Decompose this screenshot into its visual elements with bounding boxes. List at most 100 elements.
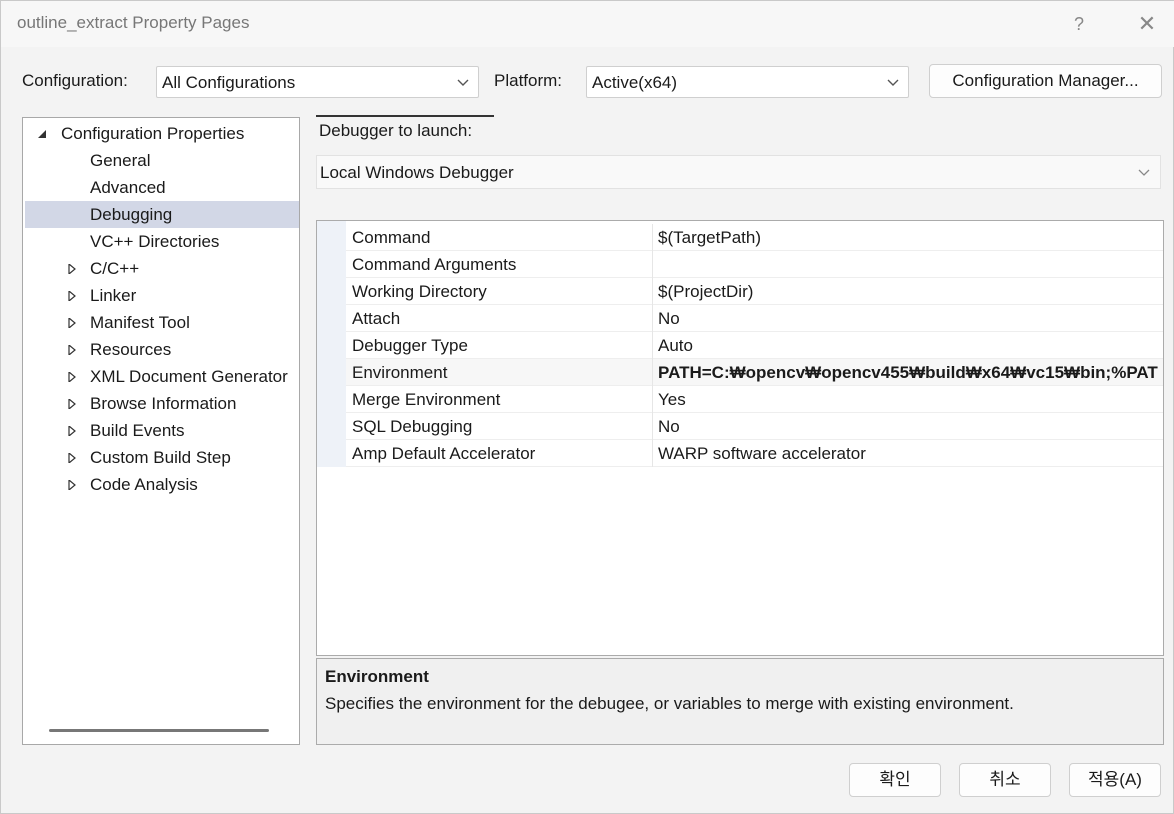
- column-separator: [652, 278, 653, 305]
- property-value[interactable]: PATH=C:₩opencv₩opencv455₩build₩x64₩vc15₩…: [658, 363, 1158, 383]
- debugger-to-launch-value: Local Windows Debugger: [320, 163, 514, 182]
- property-value[interactable]: $(TargetPath): [658, 228, 761, 248]
- tree-item-label: Advanced: [90, 178, 166, 197]
- title-bar: outline_extract Property Pages ? ✕: [1, 1, 1174, 47]
- collapsed-triangle-icon[interactable]: [67, 399, 77, 409]
- configuration-value: All Configurations: [162, 73, 296, 92]
- property-name: Working Directory: [352, 282, 487, 301]
- platform-label: Platform:: [494, 71, 563, 90]
- description-title: Environment: [325, 667, 429, 686]
- configuration-dropdown[interactable]: All Configurations: [156, 66, 479, 98]
- collapsed-triangle-icon[interactable]: [67, 480, 77, 490]
- property-name: Merge Environment: [352, 390, 501, 409]
- column-separator: [652, 251, 653, 278]
- platform-value: Active(x64): [592, 73, 678, 92]
- collapsed-triangle-icon[interactable]: [67, 372, 77, 382]
- chevron-down-icon: [1138, 169, 1150, 176]
- tree-item-label: Linker: [90, 286, 137, 305]
- property-row[interactable]: SQL Debugging No: [346, 413, 1163, 440]
- property-name: Environment: [352, 363, 448, 382]
- property-row[interactable]: Attach No: [346, 305, 1163, 332]
- tree-item[interactable]: XML Document Generator: [25, 363, 299, 390]
- property-name: Command Arguments: [352, 255, 517, 274]
- property-row[interactable]: Environment PATH=C:₩opencv₩opencv455₩buil…: [346, 359, 1163, 386]
- tree-root-configuration-properties[interactable]: Configuration Properties: [25, 120, 299, 147]
- property-row[interactable]: Working Directory $(ProjectDir): [346, 278, 1163, 305]
- debugger-to-launch-label: Debugger to launch:: [316, 115, 494, 143]
- ok-button[interactable]: 확인: [849, 763, 941, 797]
- tree-item[interactable]: VC++ Directories: [25, 228, 299, 255]
- property-name: Debugger Type: [352, 336, 468, 355]
- tree-item[interactable]: Resources: [25, 336, 299, 363]
- tree-item[interactable]: Linker: [25, 282, 299, 309]
- property-row[interactable]: Merge Environment Yes: [346, 386, 1163, 413]
- property-row[interactable]: Amp Default Accelerator WARP software acc…: [346, 440, 1163, 467]
- property-value[interactable]: Auto: [658, 336, 693, 356]
- collapsed-triangle-icon[interactable]: [67, 318, 77, 328]
- property-tree: Configuration Properties General Advanced…: [22, 117, 300, 745]
- tree-item[interactable]: Custom Build Step: [25, 444, 299, 471]
- column-separator: [652, 359, 653, 386]
- tree-item[interactable]: Debugging: [25, 201, 299, 228]
- property-row[interactable]: Command Arguments: [346, 251, 1163, 278]
- collapsed-triangle-icon[interactable]: [67, 453, 77, 463]
- tree-item-label: VC++ Directories: [90, 232, 220, 251]
- property-row[interactable]: Command $(TargetPath): [346, 224, 1163, 251]
- tree-item[interactable]: Advanced: [25, 174, 299, 201]
- tree-root-label: Configuration Properties: [61, 124, 245, 143]
- property-name: Amp Default Accelerator: [352, 444, 536, 463]
- tree-item-label: General: [90, 151, 151, 170]
- column-separator: [652, 224, 653, 251]
- configuration-manager-button[interactable]: Configuration Manager...: [929, 64, 1162, 98]
- tree-item-label: C/C++: [90, 259, 140, 278]
- column-separator: [652, 332, 653, 359]
- tree-item-label: Debugging: [90, 205, 173, 224]
- configuration-label: Configuration:: [22, 71, 128, 90]
- tree-item[interactable]: Browse Information: [25, 390, 299, 417]
- property-pages-window: outline_extract Property Pages ? ✕ Confi…: [0, 0, 1174, 814]
- collapsed-triangle-icon[interactable]: [67, 345, 77, 355]
- tree-item[interactable]: Build Events: [25, 417, 299, 444]
- help-button[interactable]: ?: [1059, 9, 1099, 39]
- property-value[interactable]: No: [658, 417, 680, 437]
- debugger-to-launch-dropdown[interactable]: Local Windows Debugger: [316, 155, 1161, 189]
- property-name: Attach: [352, 309, 401, 328]
- property-name: SQL Debugging: [352, 417, 473, 436]
- property-value[interactable]: $(ProjectDir): [658, 282, 753, 302]
- grid-gutter: [317, 221, 346, 467]
- tree-item-label: Custom Build Step: [90, 448, 231, 467]
- apply-button[interactable]: 적용(A): [1069, 763, 1161, 797]
- tree-item-label: Browse Information: [90, 394, 237, 413]
- platform-dropdown[interactable]: Active(x64): [586, 66, 909, 98]
- chevron-down-icon: [887, 79, 899, 86]
- collapsed-triangle-icon[interactable]: [67, 426, 77, 436]
- window-title: outline_extract Property Pages: [17, 13, 250, 32]
- property-value[interactable]: No: [658, 309, 680, 329]
- property-grid: Command $(TargetPath) Command Arguments Wor…: [316, 220, 1164, 656]
- tree-item-label: Manifest Tool: [90, 313, 190, 332]
- property-value[interactable]: WARP software accelerator: [658, 444, 866, 464]
- tree-item[interactable]: Code Analysis: [25, 471, 299, 498]
- column-separator: [652, 413, 653, 440]
- column-separator: [652, 386, 653, 413]
- tree-horizontal-scrollbar[interactable]: [49, 729, 269, 732]
- property-name: Command: [352, 228, 431, 247]
- description-text: Specifies the environment for the debuge…: [325, 694, 1014, 713]
- tree-item-label: Build Events: [90, 421, 185, 440]
- tree-item[interactable]: General: [25, 147, 299, 174]
- column-separator: [652, 305, 653, 332]
- column-separator: [652, 440, 653, 467]
- collapsed-triangle-icon[interactable]: [67, 291, 77, 301]
- expanded-triangle-icon: [38, 130, 46, 138]
- description-panel: Environment Specifies the environment fo…: [316, 658, 1164, 745]
- tree-item-label: XML Document Generator: [90, 367, 288, 386]
- close-button[interactable]: ✕: [1127, 9, 1167, 39]
- tree-item[interactable]: Manifest Tool: [25, 309, 299, 336]
- tree-item-label: Resources: [90, 340, 172, 359]
- tree-item[interactable]: C/C++: [25, 255, 299, 282]
- cancel-button[interactable]: 취소: [959, 763, 1051, 797]
- collapsed-triangle-icon[interactable]: [67, 264, 77, 274]
- property-row[interactable]: Debugger Type Auto: [346, 332, 1163, 359]
- property-value[interactable]: Yes: [658, 390, 686, 410]
- tree-item-label: Code Analysis: [90, 475, 198, 494]
